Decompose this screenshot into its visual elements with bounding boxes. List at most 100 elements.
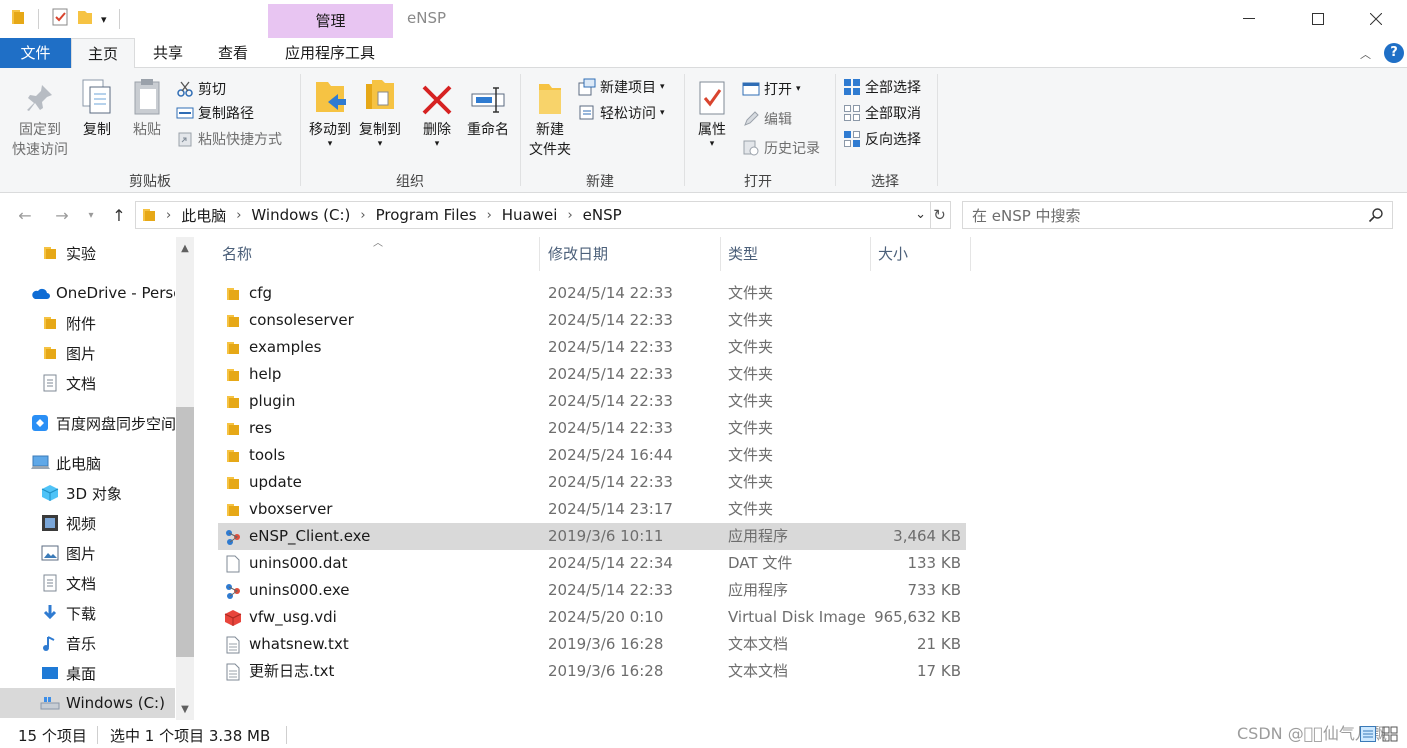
breadcrumb-this-pc[interactable]: 此电脑 [181, 205, 226, 226]
nav-item-desktop[interactable]: 桌面 [0, 658, 175, 688]
select-all-button[interactable]: 全部选择 [843, 76, 921, 98]
file-row[interactable]: update 2024/5/14 22:33 文件夹 [218, 469, 966, 496]
file-row[interactable]: vboxserver 2024/5/14 23:17 文件夹 [218, 496, 966, 523]
nav-item-onedrive-documents[interactable]: 文档 [0, 368, 175, 398]
help-icon[interactable]: ? [1384, 43, 1404, 63]
properties-icon [694, 78, 730, 116]
invert-selection-icon [843, 130, 861, 148]
delete-button[interactable]: 删除 ▾ [418, 78, 456, 149]
new-item-button[interactable]: 新建项目 ▾ [578, 76, 665, 98]
scroll-up-icon[interactable]: ▲ [176, 239, 194, 257]
search-input[interactable]: 在 eNSP 中搜索 [962, 201, 1393, 229]
file-row[interactable]: plugin 2024/5/14 22:33 文件夹 [218, 388, 966, 415]
history-button[interactable]: 历史记录 [742, 137, 820, 159]
file-row[interactable]: consoleserver 2024/5/14 22:33 文件夹 [218, 307, 966, 334]
forward-button[interactable]: → [50, 204, 74, 226]
nav-scrollbar-thumb[interactable] [176, 407, 194, 657]
close-button[interactable] [1353, 2, 1399, 36]
back-button[interactable]: ← [13, 204, 37, 226]
move-to-button[interactable]: 移动到 ▾ [306, 78, 354, 149]
maximize-button[interactable] [1295, 2, 1341, 36]
paste-shortcut-button[interactable]: 粘贴快捷方式 [176, 128, 282, 150]
tab-share[interactable]: 共享 [140, 38, 196, 68]
tab-home[interactable]: 主页 [71, 38, 135, 69]
breadcrumb-program-files[interactable]: Program Files [376, 206, 477, 224]
nav-item-onedrive[interactable]: OneDrive - Perso [0, 278, 175, 308]
column-header-type[interactable]: 类型 [720, 237, 870, 271]
file-row[interactable]: help 2024/5/14 22:33 文件夹 [218, 361, 966, 388]
cut-button[interactable]: 剪切 [176, 78, 226, 100]
nav-item-experiment[interactable]: 实验 [0, 238, 175, 268]
collapse-ribbon-icon[interactable]: ︿ [1360, 46, 1371, 62]
nav-item-documents[interactable]: 文档 [0, 568, 175, 598]
nav-item-3d-objects[interactable]: 3D 对象 [0, 478, 175, 508]
easy-access-button[interactable]: 轻松访问 ▾ [578, 102, 665, 124]
column-divider[interactable] [970, 237, 971, 271]
nav-item-this-pc[interactable]: 此电脑 [0, 448, 175, 478]
open-button[interactable]: 打开 ▾ [742, 78, 801, 100]
invert-selection-button[interactable]: 反向选择 [843, 128, 921, 150]
file-row[interactable]: cfg 2024/5/14 22:33 文件夹 [218, 280, 966, 307]
breadcrumb-huawei[interactable]: Huawei [502, 206, 558, 224]
address-bar[interactable]: › 此电脑 › Windows (C:) › Program Files › H… [135, 201, 931, 229]
search-icon[interactable] [1368, 207, 1384, 227]
recent-locations-button[interactable]: ▾ [83, 204, 99, 226]
copy-to-button[interactable]: 复制到 ▾ [356, 78, 404, 149]
download-icon [40, 603, 60, 623]
large-icons-view-icon[interactable] [1382, 726, 1398, 746]
context-tab-manage[interactable]: 管理 [268, 4, 393, 38]
file-size: 3,464 KB [893, 527, 961, 545]
document-icon [40, 573, 60, 593]
nav-item-attachments[interactable]: 附件 [0, 308, 175, 338]
nav-item-windows-c[interactable]: Windows (C:) [0, 688, 175, 718]
breadcrumb-ensp[interactable]: eNSP [583, 206, 622, 224]
tab-app-tools[interactable]: 应用程序工具 [270, 38, 390, 68]
nav-item-baidu-sync[interactable]: 百度网盘同步空间 [0, 408, 175, 438]
folder-icon[interactable] [10, 8, 26, 30]
rename-button[interactable]: 重命名 [464, 78, 512, 140]
properties-button[interactable]: 属性 ▾ [692, 78, 732, 149]
file-name: plugin [249, 392, 296, 410]
customize-toolbar-icon[interactable]: ▾ [101, 13, 107, 26]
refresh-button[interactable]: ↻ [929, 201, 951, 229]
properties-icon[interactable] [51, 8, 69, 30]
address-dropdown-icon[interactable]: ⌄ [915, 207, 926, 222]
document-icon [40, 373, 60, 393]
file-row[interactable]: examples 2024/5/14 22:33 文件夹 [218, 334, 966, 361]
pin-quick-access-button[interactable]: 固定到 快速访问 [8, 78, 72, 160]
scroll-down-icon[interactable]: ▼ [176, 700, 194, 718]
file-row[interactable]: 更新日志.txt 2019/3/6 16:28 文本文档 17 KB [218, 658, 966, 685]
file-name: consoleserver [249, 311, 354, 329]
file-row[interactable]: tools 2024/5/24 16:44 文件夹 [218, 442, 966, 469]
file-row[interactable]: res 2024/5/14 22:33 文件夹 [218, 415, 966, 442]
maximize-icon [1312, 13, 1324, 25]
file-row[interactable]: vfw_usg.vdi 2024/5/20 0:10 Virtual Disk Im… [218, 604, 966, 631]
nav-item-onedrive-pictures[interactable]: 图片 [0, 338, 175, 368]
details-view-icon[interactable] [1360, 726, 1376, 746]
column-header-date[interactable]: 修改日期 [540, 237, 720, 271]
nav-item-videos[interactable]: 视频 [0, 508, 175, 538]
file-row[interactable]: unins000.dat 2024/5/14 22:34 DAT 文件 133 KB [218, 550, 966, 577]
group-label-open: 打开 [744, 174, 772, 190]
new-folder-icon[interactable] [77, 8, 93, 30]
nav-item-downloads[interactable]: 下载 [0, 598, 175, 628]
open-icon [742, 80, 760, 98]
nav-item-pictures[interactable]: 图片 [0, 538, 175, 568]
up-button[interactable]: ↑ [107, 204, 131, 226]
column-header-size[interactable]: 大小 [870, 237, 970, 271]
file-row[interactable]: unins000.exe 2024/5/14 22:33 应用程序 733 KB [218, 577, 966, 604]
edit-button[interactable]: 编辑 [742, 108, 792, 130]
copy-path-button[interactable]: 复制路径 [176, 102, 254, 124]
select-none-button[interactable]: 全部取消 [843, 102, 921, 124]
tab-view[interactable]: 查看 [205, 38, 261, 68]
breadcrumb-windows-c[interactable]: Windows (C:) [251, 206, 350, 224]
copy-button[interactable]: 复制 [76, 78, 118, 140]
file-row[interactable]: eNSP_Client.exe 2019/3/6 10:11 应用程序 3,464 K… [218, 523, 966, 550]
minimize-button[interactable] [1226, 2, 1272, 36]
nav-item-music[interactable]: 音乐 [0, 628, 175, 658]
tab-file[interactable]: 文件 [0, 38, 71, 68]
paste-button[interactable]: 粘贴 [126, 78, 168, 140]
file-row[interactable]: whatsnew.txt 2019/3/6 16:28 文本文档 21 KB [218, 631, 966, 658]
new-folder-button[interactable]: 新建 文件夹 [526, 78, 574, 160]
file-name: unins000.dat [249, 554, 348, 572]
